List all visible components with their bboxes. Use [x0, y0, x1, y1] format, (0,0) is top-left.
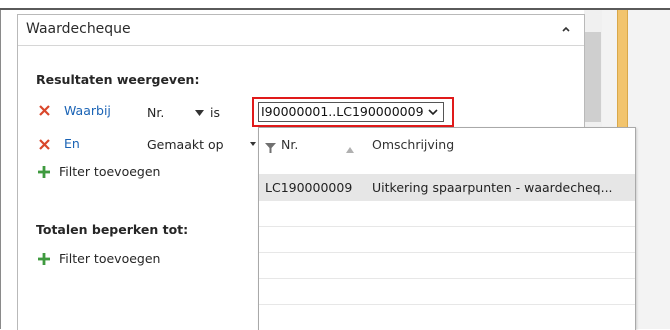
add-icon[interactable] — [38, 166, 50, 178]
column-header-omschrijving[interactable]: Omschrijving — [372, 137, 454, 152]
add-filter-link[interactable]: Filter toevoegen — [59, 251, 160, 266]
connector-waarbij[interactable]: Waarbij — [64, 103, 111, 118]
panel-title: Waardecheque — [26, 21, 131, 37]
window-top-border — [0, 8, 670, 10]
cell-nr[interactable]: LC190000009 — [265, 180, 352, 195]
sort-ascending-icon[interactable] — [346, 147, 354, 153]
remove-filter-icon[interactable] — [38, 138, 51, 151]
window-left-border — [0, 10, 1, 329]
scrollbar-thumb[interactable] — [585, 32, 601, 122]
row-divider — [259, 226, 635, 227]
row-divider — [259, 252, 635, 253]
operator-label: is — [210, 105, 220, 120]
row-divider — [259, 200, 635, 201]
lookup-dropdown[interactable]: Nr. Omschrijving LC190000009 Uitkering s… — [258, 127, 636, 330]
chevron-down-icon[interactable] — [428, 108, 438, 116]
cell-omschrijving[interactable]: Uitkering spaarpunten - waardecheq... — [372, 180, 613, 195]
add-icon[interactable] — [38, 253, 50, 265]
chevron-up-icon[interactable] — [560, 23, 572, 35]
row-divider — [259, 278, 635, 279]
add-filter-link[interactable]: Filter toevoegen — [59, 164, 160, 179]
connector-en[interactable]: En — [64, 136, 80, 151]
filter-value-text[interactable]: I90000001..LC190000009 — [261, 104, 424, 119]
field-selector-nr[interactable]: Nr. — [147, 105, 164, 120]
lookup-header: Nr. Omschrijving — [259, 128, 635, 168]
totals-section-title: Totalen beperken tot: — [36, 222, 189, 237]
remove-filter-icon[interactable] — [38, 104, 51, 117]
field-selector-gemaakt-op[interactable]: Gemaakt op — [147, 137, 224, 152]
caret-down-icon[interactable] — [195, 110, 204, 116]
caret-down-icon[interactable] — [250, 141, 256, 147]
column-header-nr[interactable]: Nr. — [281, 137, 298, 152]
panel-header[interactable]: Waardecheque — [18, 15, 584, 46]
row-divider — [259, 304, 635, 305]
results-section-title: Resultaten weergeven: — [36, 72, 200, 87]
filter-icon[interactable] — [265, 143, 276, 153]
